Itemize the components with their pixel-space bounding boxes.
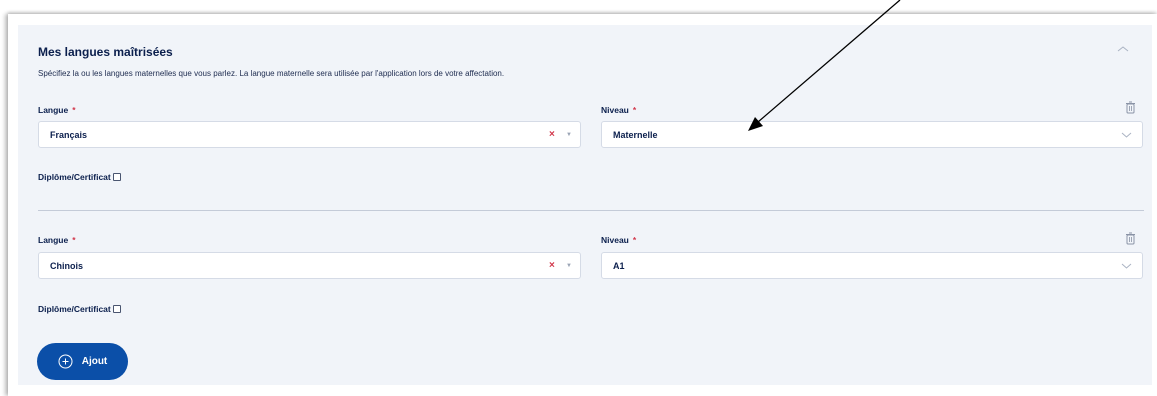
add-language-button[interactable]: Ajout: [37, 343, 128, 380]
language-value-2: Chinois: [50, 261, 83, 271]
clear-icon[interactable]: ×: [549, 260, 555, 271]
trash-icon[interactable]: [1125, 232, 1136, 245]
diploma-row-1: Diplôme/Certificat: [38, 172, 121, 182]
clear-icon[interactable]: ×: [549, 129, 555, 140]
diploma-label-1: Diplôme/Certificat: [38, 172, 111, 182]
section-title: Mes langues maîtrisées: [38, 45, 173, 59]
level-value-1: Maternelle: [613, 130, 658, 140]
required-marker: *: [72, 235, 76, 245]
level-value-2: A1: [613, 261, 625, 271]
caret-down-icon[interactable]: ▼: [566, 132, 572, 138]
level-select-2[interactable]: A1: [601, 252, 1143, 279]
level-select-1[interactable]: Maternelle: [601, 121, 1143, 148]
required-marker: *: [632, 105, 637, 115]
language-select-1[interactable]: Français × ▼: [38, 121, 581, 148]
languages-section-card: Mes langues maîtrisées Spécifiez la ou l…: [18, 25, 1152, 385]
language-value-1: Français: [50, 130, 88, 140]
caret-down-icon[interactable]: ▼: [566, 263, 572, 269]
diploma-checkbox-2[interactable]: [112, 305, 121, 313]
language-label-1: Langue *: [38, 105, 76, 115]
level-label-1: Niveau *: [601, 105, 637, 115]
level-label-2: Niveau *: [601, 235, 637, 245]
diploma-checkbox-1[interactable]: [112, 173, 121, 181]
required-marker: *: [632, 235, 637, 245]
plus-circle-icon: [58, 354, 73, 369]
row-divider: [38, 210, 1144, 211]
page: Mes langues maîtrisées Spécifiez la ou l…: [0, 0, 1157, 396]
language-select-2[interactable]: Chinois × ▼: [38, 252, 581, 279]
trash-icon[interactable]: [1125, 101, 1136, 114]
chevron-up-icon[interactable]: [1116, 44, 1130, 54]
required-marker: *: [72, 105, 76, 115]
add-button-label: Ajout: [81, 356, 108, 367]
chevron-down-icon[interactable]: [1121, 262, 1132, 270]
chevron-down-icon[interactable]: [1121, 131, 1132, 139]
diploma-row-2: Diplôme/Certificat: [38, 304, 121, 314]
section-description: Spécifiez la ou les langues maternelles …: [38, 69, 505, 78]
language-label-2: Langue *: [38, 235, 76, 245]
diploma-label-2: Diplôme/Certificat: [38, 304, 111, 314]
